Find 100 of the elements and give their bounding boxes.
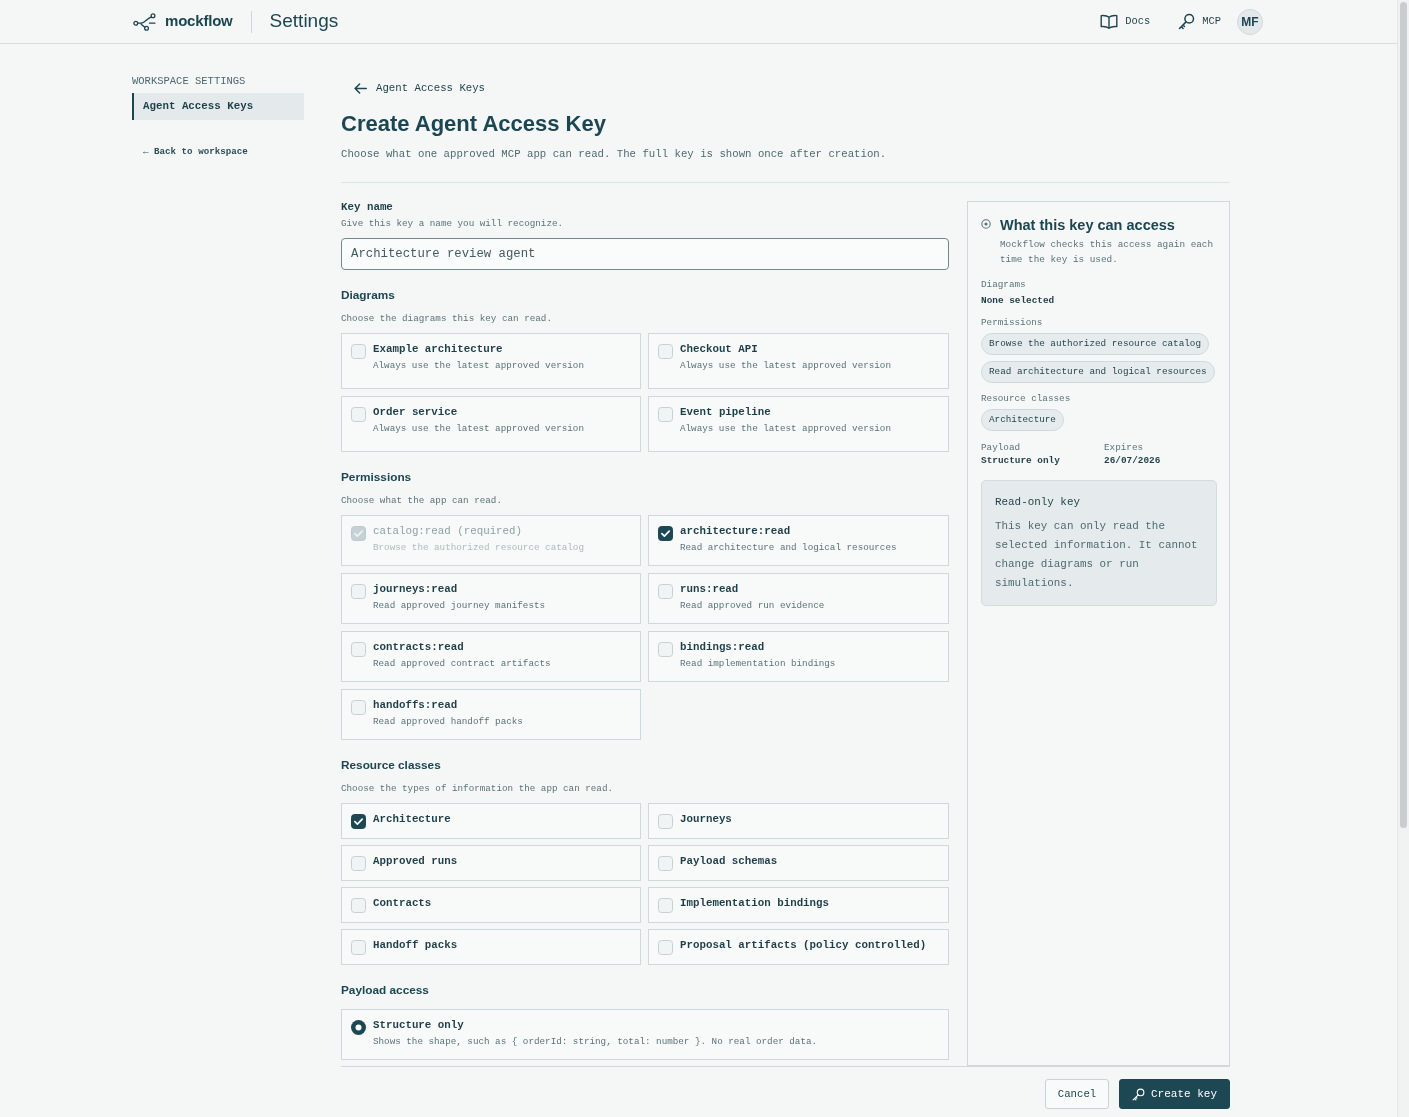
- option-title: journeys:read: [373, 582, 459, 596]
- resource-class-option[interactable]: Architecture: [341, 803, 641, 839]
- section-heading: WORKSPACE SETTINGS: [132, 74, 247, 88]
- help-text: Choose the diagrams this key can read.: [341, 313, 553, 325]
- mcp-link[interactable]: MCP: [1178, 13, 1221, 30]
- option-title: Handoff packs: [373, 938, 458, 952]
- scrollbar-thumb[interactable]: [1400, 2, 1407, 828]
- section-title: Diagrams: [341, 287, 396, 303]
- create-key-button[interactable]: Create key: [1119, 1079, 1230, 1109]
- option-description: Read approved run evidence: [680, 600, 825, 612]
- option-title: runs:read: [680, 582, 740, 596]
- panel-note: Mockflow checks this access again each time the key is used.: [1000, 238, 1215, 267]
- option-title: bindings:read: [680, 640, 766, 654]
- summary-label: Expires: [1104, 442, 1145, 454]
- option-description: Read implementation bindings: [680, 658, 836, 670]
- option-description: Read approved handoff packs: [373, 716, 523, 728]
- permission-option[interactable]: bindings:read Read implementation bindings: [648, 631, 949, 682]
- summary-chip: Read architecture and logical resources: [981, 361, 1215, 383]
- resource-class-option[interactable]: Payload schemas: [648, 845, 949, 881]
- option-description: Always use the latest approved version: [373, 360, 584, 372]
- option-title: Payload schemas: [680, 854, 778, 868]
- back-arrow-icon: [354, 82, 367, 94]
- notice-title: Read-only key: [995, 495, 1081, 509]
- brand-name: mockflow: [165, 11, 233, 32]
- resource-class-option[interactable]: Approved runs: [341, 845, 641, 881]
- permission-option[interactable]: contracts:read Read approved contract artifacts: [341, 631, 641, 682]
- option-title: catalog:read (required): [373, 524, 524, 538]
- back-link[interactable]: ← Back to workspace: [143, 146, 248, 158]
- summary-value: Structure only: [981, 455, 1061, 467]
- option-title: Structure only: [373, 1018, 465, 1032]
- summary-label: Diagrams: [981, 279, 1027, 291]
- option-title: Checkout API: [680, 342, 759, 356]
- permission-option[interactable]: journeys:read Read approved journey manifests: [341, 573, 641, 624]
- option-description: Always use the latest approved version: [373, 423, 584, 435]
- page-section-title: Settings: [269, 9, 339, 34]
- option-title: Event pipeline: [680, 405, 772, 419]
- option-title: Implementation bindings: [680, 896, 830, 910]
- key-icon: [1132, 1087, 1145, 1101]
- field-label: Key name: [341, 201, 394, 213]
- key-icon: [1178, 13, 1196, 30]
- checkbox[interactable]: [658, 526, 673, 541]
- option-title: Proposal artifacts (policy controlled): [680, 938, 927, 952]
- notice-text: This key can only read the selected information. It cannot change diagrams or run simulations.: [995, 519, 1199, 591]
- option-title: Journeys: [680, 812, 732, 826]
- docs-link[interactable]: Docs: [1100, 13, 1151, 30]
- diagram-option[interactable]: Order service Always use the latest approved version: [341, 396, 641, 452]
- summary-label: Resource classes: [981, 393, 1072, 405]
- help-text: Choose what the app can read.: [341, 495, 503, 507]
- help-text: Give this key a name you will recognize.: [341, 218, 565, 230]
- scrollbar[interactable]: [1397, 0, 1409, 1117]
- option-title: architecture:read: [680, 524, 792, 538]
- page-heading: Create Agent Access Key: [341, 111, 607, 137]
- payload-option[interactable]: Structure only Shows the shape, such as { orderId: string, total: number }. No real order data.: [341, 1009, 949, 1060]
- summary-value: 26/07/2026: [1104, 455, 1162, 467]
- option-description: Always use the latest approved version: [680, 360, 891, 372]
- summary-value: None selected: [981, 295, 1056, 307]
- cancel-button[interactable]: Cancel: [1045, 1079, 1109, 1109]
- diagram-option[interactable]: Event pipeline Always use the latest approved version: [648, 396, 949, 452]
- radio-button[interactable]: [351, 1020, 366, 1035]
- panel-title: What this key can access: [1000, 216, 1175, 234]
- option-title: contracts:read: [373, 640, 465, 654]
- section-title: Permissions: [341, 469, 413, 485]
- option-title: Example architecture: [373, 342, 504, 356]
- logo-icon: [133, 12, 156, 31]
- breadcrumb-link[interactable]: Agent Access Keys: [341, 80, 486, 96]
- resource-class-option[interactable]: Contracts: [341, 887, 641, 923]
- avatar[interactable]: MF: [1237, 8, 1263, 35]
- resource-class-option[interactable]: Handoff packs: [341, 929, 641, 965]
- permission-option[interactable]: runs:read Read approved run evidence: [648, 573, 949, 624]
- resource-class-option[interactable]: Journeys: [648, 803, 949, 839]
- text-input[interactable]: Architecture review agent: [341, 238, 949, 270]
- summary-label: Permissions: [981, 317, 1044, 329]
- page-description: Choose what one approved MCP app can read. The full key is shown once after creation.: [341, 147, 888, 161]
- option-title: Approved runs: [373, 854, 458, 868]
- option-title: Architecture: [373, 812, 451, 826]
- option-title: handoffs:read: [373, 698, 459, 712]
- option-description: Browse the authorized resource catalog: [373, 542, 584, 554]
- checkbox[interactable]: [351, 814, 366, 829]
- option-title: Contracts: [373, 896, 432, 910]
- summary-label: Payload: [981, 442, 1022, 454]
- option-description: Always use the latest approved version: [680, 423, 891, 435]
- option-description: Read approved contract artifacts: [373, 658, 551, 670]
- sidebar-item[interactable]: Agent Access Keys: [132, 93, 304, 120]
- circle-dot-icon: [981, 219, 991, 229]
- help-text: Choose the types of information the app can read.: [341, 783, 614, 795]
- option-description: Read approved journey manifests: [373, 600, 546, 612]
- section-title: Resource classes: [341, 757, 442, 773]
- resource-class-option[interactable]: Proposal artifacts (policy controlled): [648, 929, 949, 965]
- summary-chip: Browse the authorized resource catalog: [981, 333, 1209, 355]
- permission-option[interactable]: handoffs:read Read approved handoff packs: [341, 689, 641, 740]
- option-description: Shows the shape, such as { orderId: string, total: number }. No real order data.: [373, 1036, 818, 1048]
- book-icon: [1100, 14, 1119, 29]
- option-title: Order service: [373, 405, 459, 419]
- section-title: Payload access: [341, 982, 430, 998]
- option-description: Read architecture and logical resources: [680, 542, 897, 554]
- summary-chip: Architecture: [981, 409, 1064, 431]
- diagram-option[interactable]: Example architecture Always use the latest approved version: [341, 333, 641, 389]
- permission-option[interactable]: architecture:read Read architecture and logical resources: [648, 515, 949, 566]
- diagram-option[interactable]: Checkout API Always use the latest approved version: [648, 333, 949, 389]
- resource-class-option[interactable]: Implementation bindings: [648, 887, 949, 923]
